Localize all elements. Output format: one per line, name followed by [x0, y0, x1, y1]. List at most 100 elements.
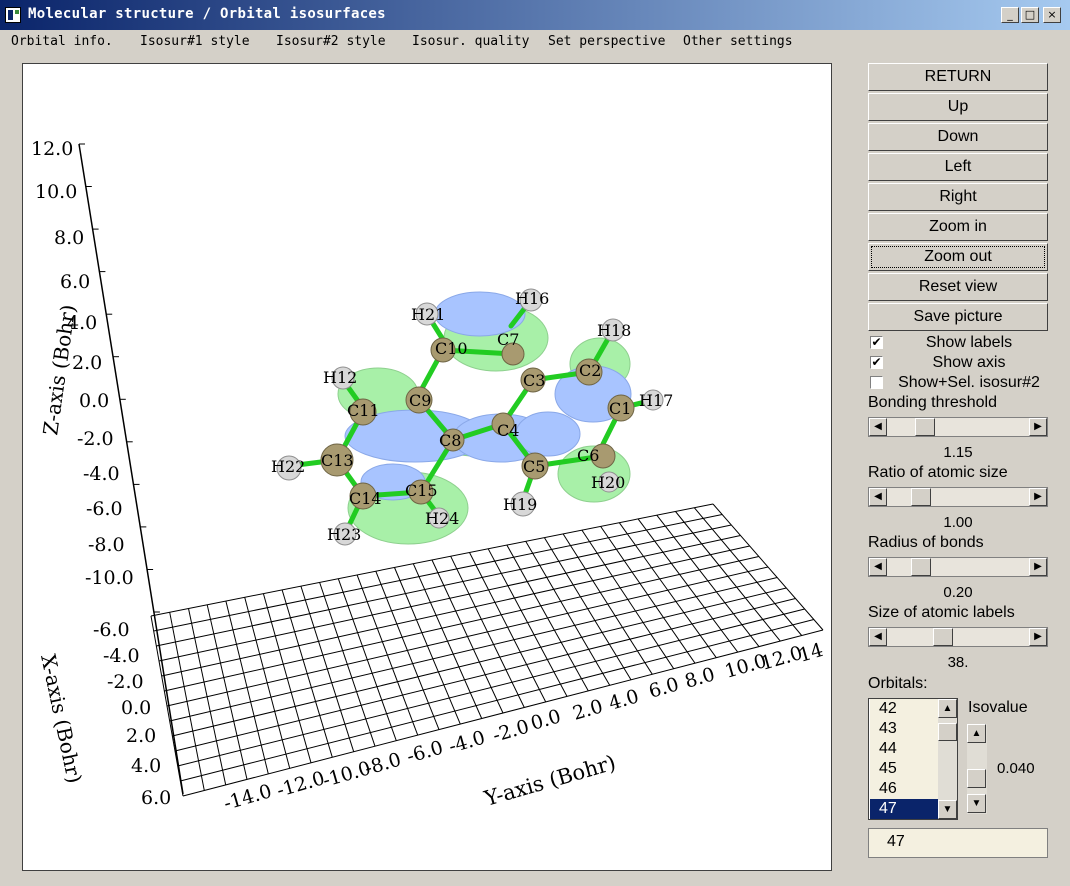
atom-label: C9: [409, 391, 431, 410]
show-labels-checkbox[interactable]: ✔ Show labels: [868, 333, 1058, 353]
grid-line: [177, 608, 805, 767]
slider-right-arrow-icon[interactable]: ▶: [1029, 488, 1047, 506]
menu-other-settings[interactable]: Other settings: [683, 34, 793, 49]
maximize-button[interactable]: □: [1021, 7, 1039, 23]
slider-thumb[interactable]: [915, 418, 935, 436]
list-item[interactable]: 44: [870, 739, 938, 759]
z-tick-label: -10.0: [85, 567, 134, 589]
atomic-label-size-slider[interactable]: ◀ ▶: [868, 627, 1048, 647]
bonding-threshold-slider[interactable]: ◀ ▶: [868, 417, 1048, 437]
atomic-size-ratio-slider[interactable]: ◀ ▶: [868, 487, 1048, 507]
checkbox-mark[interactable]: ✔: [870, 356, 883, 369]
return-button[interactable]: RETURN: [868, 63, 1048, 91]
slider-thumb[interactable]: [933, 628, 953, 646]
orbitals-list[interactable]: 42 43 44 45 46 47 ▲ ▼: [868, 698, 958, 820]
atom-label: C7: [497, 330, 519, 349]
scroll-up-arrow-icon[interactable]: ▲: [938, 699, 957, 718]
x-tick-label: 4.0: [131, 755, 161, 777]
z-tick-label: 8.0: [54, 227, 84, 249]
slider-left-arrow-icon[interactable]: ◀: [869, 628, 887, 646]
scrollbar-thumb[interactable]: [967, 769, 986, 788]
atom-label: H18: [597, 321, 631, 340]
atom-label: H22: [271, 457, 305, 476]
close-button[interactable]: ×: [1043, 7, 1061, 23]
slider-right-arrow-icon[interactable]: ▶: [1029, 558, 1047, 576]
list-item[interactable]: 43: [870, 719, 938, 739]
slider-right-arrow-icon[interactable]: ▶: [1029, 418, 1047, 436]
orbitals-list-scrollbar[interactable]: ▲ ▼: [938, 699, 957, 819]
atom-label: C2: [579, 361, 601, 380]
isovalue-scrollbar[interactable]: ▲ ▼: [967, 724, 987, 814]
slider-right-arrow-icon[interactable]: ▶: [1029, 628, 1047, 646]
atom-label: C4: [497, 421, 519, 440]
atom-label: C10: [435, 339, 468, 358]
grid-line: [158, 535, 741, 662]
scroll-up-arrow-icon[interactable]: ▲: [967, 724, 986, 743]
atomic-size-ratio-label: Ratio of atomic size: [868, 464, 1008, 481]
scroll-down-arrow-icon[interactable]: ▼: [938, 800, 957, 819]
atom-label: C3: [523, 371, 545, 390]
selected-orbital-field[interactable]: 47: [868, 828, 1048, 858]
show-sel-isosur2-checkbox[interactable]: Show+Sel. isosur#2: [868, 373, 1058, 393]
menu-isosur-quality[interactable]: Isosur. quality: [412, 34, 529, 49]
left-button[interactable]: Left: [868, 153, 1048, 181]
scroll-down-arrow-icon[interactable]: ▼: [967, 794, 986, 813]
atomic-label-size-value: 38.: [947, 654, 969, 671]
list-item[interactable]: 42: [870, 699, 938, 719]
z-tick-label: 12.0: [31, 138, 73, 160]
slider-thumb[interactable]: [911, 558, 931, 576]
slider-left-arrow-icon[interactable]: ◀: [869, 558, 887, 576]
y-tick-label: 4.0: [606, 685, 641, 714]
z-tick-label: 0.0: [79, 390, 109, 412]
y-tick-label: 14: [796, 639, 825, 667]
atom-label: C13: [321, 451, 354, 470]
slider-thumb[interactable]: [911, 488, 931, 506]
z-tick-label: -4.0: [83, 463, 120, 485]
atom-label: H23: [327, 525, 361, 544]
menu-set-perspective[interactable]: Set perspective: [548, 34, 665, 49]
z-tick-label: 10.0: [35, 181, 77, 203]
menu-bar: Orbital info. Isosur#1 style Isosur#2 st…: [0, 30, 1070, 54]
checkbox-mark[interactable]: ✔: [870, 336, 883, 349]
zoom-in-button[interactable]: Zoom in: [868, 213, 1048, 241]
up-button[interactable]: Up: [868, 93, 1048, 121]
molecule-viewport[interactable]: 12.0 10.0 8.0 6.0 4.0 2.0 0.0 -2.0 -4.0 …: [22, 63, 832, 871]
y-tick-label: 6.0: [646, 673, 681, 702]
show-axis-checkbox[interactable]: ✔ Show axis: [868, 353, 1058, 373]
right-button[interactable]: Right: [868, 183, 1048, 211]
orbital-scene: 12.0 10.0 8.0 6.0 4.0 2.0 0.0 -2.0 -4.0 …: [31, 138, 826, 815]
down-button[interactable]: Down: [868, 123, 1048, 151]
list-item[interactable]: 45: [870, 759, 938, 779]
save-picture-button[interactable]: Save picture: [868, 303, 1048, 331]
zoom-out-button[interactable]: Zoom out: [868, 243, 1048, 271]
reset-view-button[interactable]: Reset view: [868, 273, 1048, 301]
list-item-selected[interactable]: 47: [870, 799, 938, 819]
y-tick-label: -4.0: [446, 727, 487, 758]
bond-radius-slider[interactable]: ◀ ▶: [868, 557, 1048, 577]
list-item[interactable]: 46: [870, 779, 938, 799]
x-tick-label: 2.0: [126, 725, 156, 747]
floor-grid: [150, 503, 824, 797]
orbitals-label: Orbitals:: [868, 675, 928, 692]
bonding-threshold-value: 1.15: [943, 444, 973, 461]
scrollbar-thumb[interactable]: [938, 723, 957, 741]
grid-line: [164, 556, 759, 692]
atom-label: H12: [323, 368, 357, 387]
menu-isosur2-style[interactable]: Isosur#2 style: [276, 34, 386, 49]
z-tick-label: -8.0: [88, 534, 125, 556]
y-tick-label: 8.0: [682, 663, 717, 692]
menu-isosur1-style[interactable]: Isosur#1 style: [140, 34, 250, 49]
slider-left-arrow-icon[interactable]: ◀: [869, 418, 887, 436]
atom-label: C5: [523, 457, 545, 476]
checkbox-mark[interactable]: [870, 376, 883, 389]
slider-left-arrow-icon[interactable]: ◀: [869, 488, 887, 506]
x-tick-label: 6.0: [141, 787, 171, 809]
app-icon[interactable]: [5, 7, 21, 23]
y-tick-label: 0.0: [528, 705, 563, 734]
checkbox-label: Show labels: [925, 334, 1013, 351]
atom-label: C15: [405, 481, 438, 500]
menu-orbital-info[interactable]: Orbital info.: [11, 34, 113, 49]
y-tick-label: -14.0: [221, 780, 274, 815]
minimize-button[interactable]: _: [1001, 7, 1019, 23]
atom-label: C8: [439, 431, 461, 450]
